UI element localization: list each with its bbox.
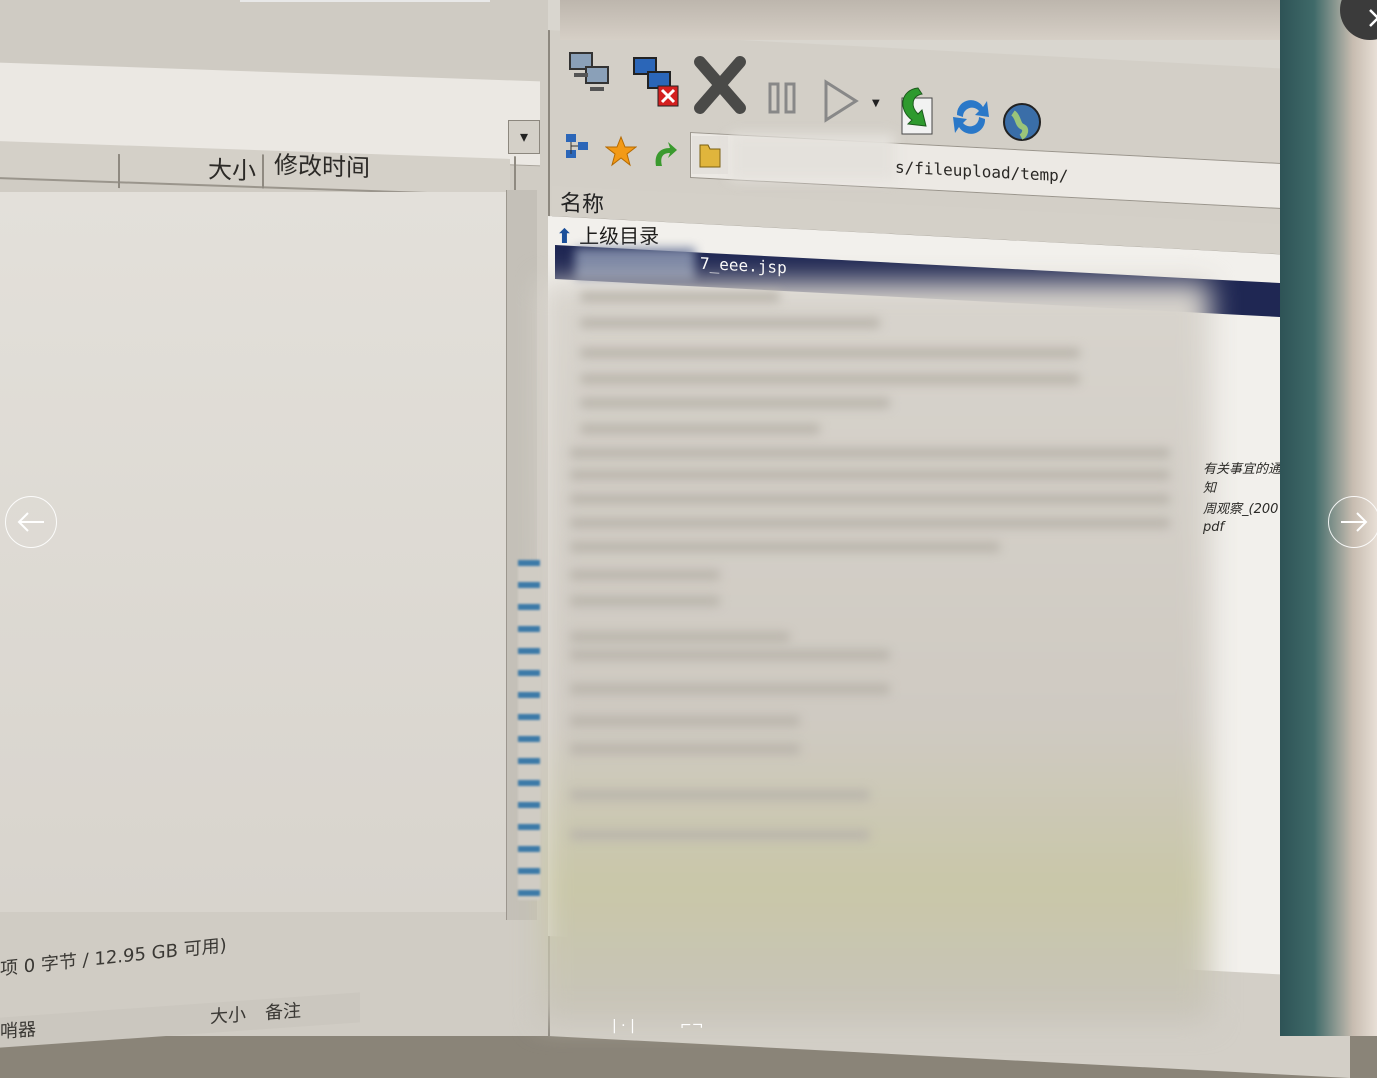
side-text-weekly: 周观察_(200 [1203, 502, 1279, 517]
redacted-row [570, 744, 800, 754]
file-type-icons [518, 560, 540, 900]
viewer-top-indicator [240, 0, 490, 2]
redacted-row [570, 570, 720, 580]
queue-col-note[interactable]: 备注 [265, 997, 301, 1026]
redacted-row [570, 470, 1170, 480]
back-arrow-icon[interactable] [648, 138, 680, 172]
play-icon[interactable] [818, 76, 862, 126]
connect-icon[interactable] [562, 45, 618, 101]
folder-icon [692, 136, 728, 174]
queue-col-size[interactable]: 大小 [210, 1000, 246, 1029]
redacted-row [580, 424, 820, 434]
stop-icon[interactable] [692, 56, 748, 116]
parent-dir-label: 上级目录 [579, 224, 660, 248]
redacted-row [570, 650, 890, 660]
redacted-row [580, 318, 880, 328]
left-toolbar-area [0, 0, 548, 70]
redacted-row [580, 398, 890, 408]
download-icon[interactable] [890, 82, 946, 142]
local-status-text: 项 0 字节 / 12.95 GB 可用) [0, 935, 227, 980]
parent-dir-row[interactable]: ⬆ 上级目录 [556, 220, 659, 249]
local-file-list[interactable] [0, 192, 512, 912]
redacted-row [580, 292, 780, 302]
disconnect-icon[interactable] [626, 50, 686, 110]
local-path-dropdown-button[interactable]: ▾ [508, 120, 540, 154]
redacted-row [570, 518, 1170, 528]
side-text-notice: 有关事宜的通知 [1203, 462, 1282, 496]
local-queue-header: 哨器 大小 备注 [0, 992, 360, 1048]
globe-icon[interactable] [1000, 98, 1044, 146]
selected-file-redacted [575, 248, 695, 280]
redacted-row [570, 790, 870, 800]
arrow-left-icon[interactable] [5, 496, 57, 548]
refresh-icon[interactable] [948, 92, 994, 142]
pause-icon[interactable] [762, 76, 802, 120]
remote-col-name[interactable]: 名称 [560, 185, 604, 219]
queue-label: 哨器 [0, 1019, 36, 1043]
pause-icon[interactable]: | · | [612, 1018, 635, 1034]
redacted-row [580, 348, 1080, 358]
side-text-pdf: pdf [1203, 520, 1225, 535]
redacted-row [580, 374, 1080, 384]
path-redacted [730, 134, 895, 180]
redacted-row [570, 494, 1170, 504]
redacted-row [570, 684, 890, 694]
monitor-screen: ▾ 大小 修改时间 项 0 字节 / 12.95 GB 可用) 哨器 大小 备注… [0, 0, 1372, 1078]
redacted-row [570, 830, 870, 840]
redacted-row [570, 542, 1000, 552]
favorite-star-icon[interactable] [604, 134, 638, 168]
local-col-size[interactable]: 大小 [122, 149, 264, 189]
photo-background-top [560, 0, 1377, 40]
crop-icon[interactable]: ⌐¬ [680, 1018, 703, 1034]
viewer-bottom-controls: | · | ⌐¬ [600, 1018, 720, 1036]
close-icon [1369, 9, 1377, 27]
play-dropdown-icon[interactable]: ▼ [872, 98, 880, 109]
local-file-pane: ▾ 大小 修改时间 项 0 字节 / 12.95 GB 可用) 哨器 大小 备注 [0, 0, 548, 1048]
arrow-right-icon[interactable] [1328, 496, 1377, 548]
local-col-name[interactable] [0, 149, 120, 189]
redacted-row [570, 716, 800, 726]
tree-icon[interactable] [562, 130, 594, 164]
redacted-row [570, 448, 1170, 458]
redacted-row [570, 632, 790, 642]
redacted-row [570, 596, 720, 606]
